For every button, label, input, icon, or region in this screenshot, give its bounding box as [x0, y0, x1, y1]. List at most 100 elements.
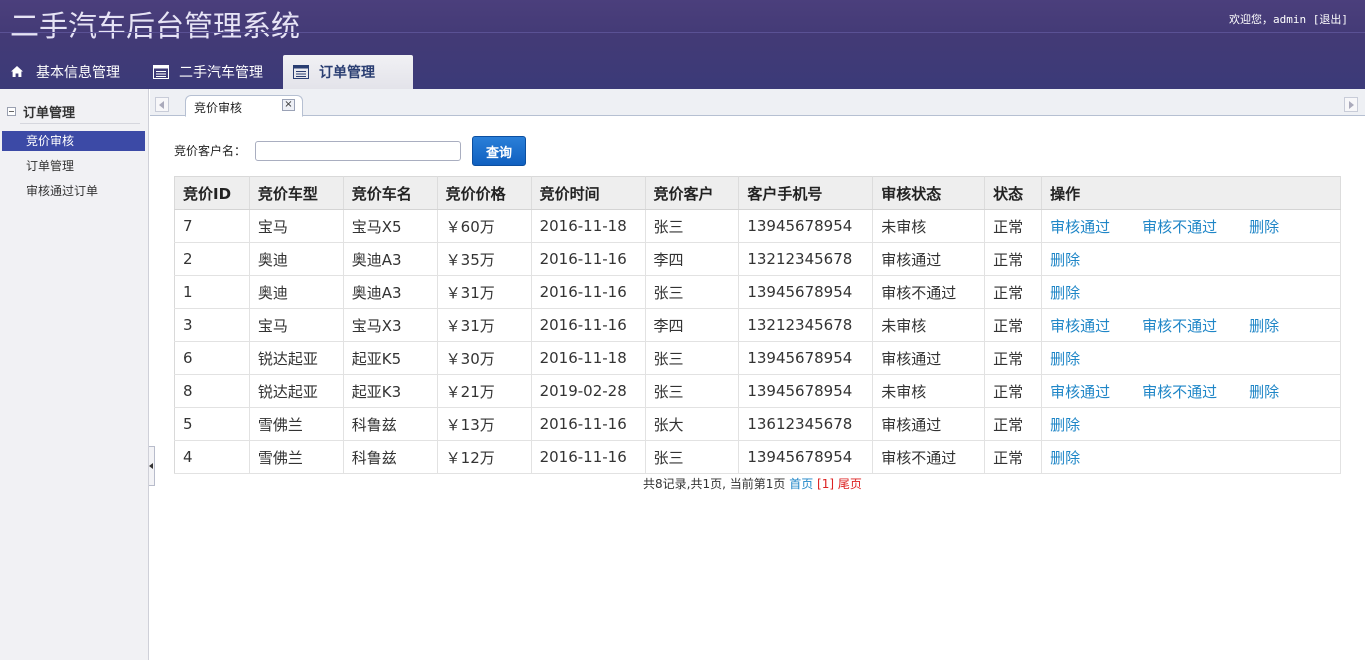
- logout-link[interactable]: [退出]: [1313, 13, 1348, 26]
- column-header: 竞价车型: [249, 176, 344, 210]
- pager-first-link[interactable]: 首页: [789, 477, 813, 491]
- tab-strip: 竞价审核 ×: [150, 89, 1365, 117]
- review-status-cell: 审核通过: [872, 407, 986, 441]
- tab-bid-review[interactable]: 竞价审核 ×: [185, 95, 303, 117]
- table-row: 5 雪佛兰 科鲁兹 ￥13万 2016-11-16 张大 13612345678 审核通过 正常…: [174, 407, 1341, 441]
- column-header: 竞价时间: [531, 176, 646, 210]
- column-header: 竞价价格: [437, 176, 532, 210]
- delete-link[interactable]: 删除: [1050, 449, 1080, 467]
- review-status-cell: 未审核: [872, 209, 986, 243]
- car-name-cell: 起亚K5: [343, 341, 438, 375]
- sidebar-divider: [20, 123, 140, 124]
- reject-link[interactable]: 审核不通过: [1142, 317, 1217, 335]
- column-header: 竞价ID: [174, 176, 250, 210]
- delete-link[interactable]: 删除: [1249, 218, 1279, 236]
- delete-link[interactable]: 删除: [1050, 416, 1080, 434]
- phone-cell: 13945678954: [738, 341, 874, 375]
- status-cell: 正常: [984, 308, 1043, 342]
- price-cell: ￥60万: [437, 209, 532, 243]
- table-row: 4 雪佛兰 科鲁兹 ￥12万 2016-11-16 张三 13945678954 审核不通过正…: [174, 440, 1341, 474]
- welcome-text: 欢迎您，admin: [1229, 13, 1307, 26]
- phone-cell: 13945678954: [738, 440, 874, 474]
- actions-cell: 删除: [1041, 341, 1341, 375]
- car-type-cell: 锐达起亚: [249, 341, 344, 375]
- car-type-cell: 雪佛兰: [249, 440, 344, 474]
- price-cell: ￥13万: [437, 407, 532, 441]
- sidebar-collapse-handle[interactable]: [149, 446, 155, 486]
- delete-link[interactable]: 删除: [1050, 284, 1080, 302]
- review-status-cell: 审核通过: [872, 341, 986, 375]
- sidebar-item-approved-orders[interactable]: 审核通过订单: [2, 181, 145, 201]
- customer-name-input[interactable]: [255, 141, 461, 161]
- nav-tab-label: 基本信息管理: [36, 65, 120, 81]
- table-row: 3 宝马 宝马X3 ￥31万 2016-11-16 李四 13212345678 未审核 正常审…: [174, 308, 1341, 342]
- car-name-cell: 科鲁兹: [343, 440, 438, 474]
- nav-tab-orders[interactable]: 订单管理: [283, 55, 413, 89]
- bid-id-cell: 4: [174, 440, 250, 474]
- tab-scroll-right-icon[interactable]: [1344, 97, 1358, 112]
- pager-summary: 共8记录,共1页, 当前第1页: [643, 477, 786, 491]
- customer-cell: 李四: [645, 242, 740, 276]
- actions-cell: 删除: [1041, 242, 1341, 276]
- search-button[interactable]: 查询: [472, 136, 526, 166]
- approve-link[interactable]: 审核通过: [1050, 383, 1110, 401]
- sidebar-item-bid-review[interactable]: 竞价审核: [2, 131, 145, 151]
- table-row: 8 锐达起亚 起亚K3 ￥21万 2019-02-28 张三 13945678954 未审核正…: [174, 374, 1341, 408]
- bid-id-cell: 2: [174, 242, 250, 276]
- bid-id-cell: 3: [174, 308, 250, 342]
- status-cell: 正常: [984, 275, 1043, 309]
- list-icon: [153, 65, 169, 79]
- phone-cell: 13212345678: [738, 242, 874, 276]
- time-cell: 2016-11-16: [531, 242, 646, 276]
- phone-cell: 13945678954: [738, 374, 874, 408]
- sidebar-item-order-management[interactable]: 订单管理: [2, 156, 145, 176]
- approve-link[interactable]: 审核通过: [1050, 317, 1110, 335]
- car-type-cell: 宝马: [249, 209, 344, 243]
- car-type-cell: 奥迪: [249, 242, 344, 276]
- status-cell: 正常: [984, 374, 1043, 408]
- time-cell: 2016-11-18: [531, 341, 646, 375]
- bid-table: 竞价ID 竞价车型 竞价车名 竞价价格 竞价时间 竞价客户 客户手机号 审核状态…: [174, 176, 1341, 474]
- delete-link[interactable]: 删除: [1050, 251, 1080, 269]
- pager-current-page[interactable]: [1]: [817, 477, 834, 491]
- delete-link[interactable]: 删除: [1249, 317, 1279, 335]
- review-status-cell: 审核通过: [872, 242, 986, 276]
- tab-label: 竞价审核: [194, 101, 243, 115]
- review-status-cell: 未审核: [872, 308, 986, 342]
- sidebar-header[interactable]: 订单管理: [0, 97, 149, 125]
- reject-link[interactable]: 审核不通过: [1142, 383, 1217, 401]
- status-cell: 正常: [984, 242, 1043, 276]
- column-header: 客户手机号: [738, 176, 874, 210]
- car-name-cell: 奥迪A3: [343, 275, 438, 309]
- actions-cell: 删除: [1041, 407, 1341, 441]
- nav-tab-basic-info[interactable]: 基本信息管理: [0, 55, 141, 89]
- price-cell: ￥12万: [437, 440, 532, 474]
- approve-link[interactable]: 审核通过: [1050, 218, 1110, 236]
- car-name-cell: 宝马X5: [343, 209, 438, 243]
- car-name-cell: 科鲁兹: [343, 407, 438, 441]
- car-type-cell: 奥迪: [249, 275, 344, 309]
- car-type-cell: 雪佛兰: [249, 407, 344, 441]
- actions-cell: 删除: [1041, 275, 1341, 309]
- phone-cell: 13612345678: [738, 407, 874, 441]
- customer-cell: 张三: [645, 341, 740, 375]
- column-header: 操作: [1041, 176, 1341, 210]
- pager-last-link[interactable]: 尾页: [838, 477, 862, 491]
- app-title: 二手汽车后台管理系统: [10, 9, 301, 43]
- delete-link[interactable]: 删除: [1050, 350, 1080, 368]
- pagination: 共8记录,共1页, 当前第1页 首页 [1] 尾页: [643, 475, 862, 492]
- sidebar: 订单管理 竞价审核 订单管理 审核通过订单: [0, 89, 149, 660]
- bid-id-cell: 8: [174, 374, 250, 408]
- time-cell: 2019-02-28: [531, 374, 646, 408]
- customer-cell: 张大: [645, 407, 740, 441]
- delete-link[interactable]: 删除: [1249, 383, 1279, 401]
- customer-cell: 张三: [645, 440, 740, 474]
- tab-scroll-left-icon[interactable]: [155, 97, 169, 112]
- reject-link[interactable]: 审核不通过: [1142, 218, 1217, 236]
- column-header: 状态: [984, 176, 1043, 210]
- bid-id-cell: 6: [174, 341, 250, 375]
- nav-tab-used-cars[interactable]: 二手汽车管理: [143, 55, 281, 89]
- time-cell: 2016-11-16: [531, 275, 646, 309]
- column-header: 竞价客户: [645, 176, 740, 210]
- close-icon[interactable]: ×: [282, 99, 295, 111]
